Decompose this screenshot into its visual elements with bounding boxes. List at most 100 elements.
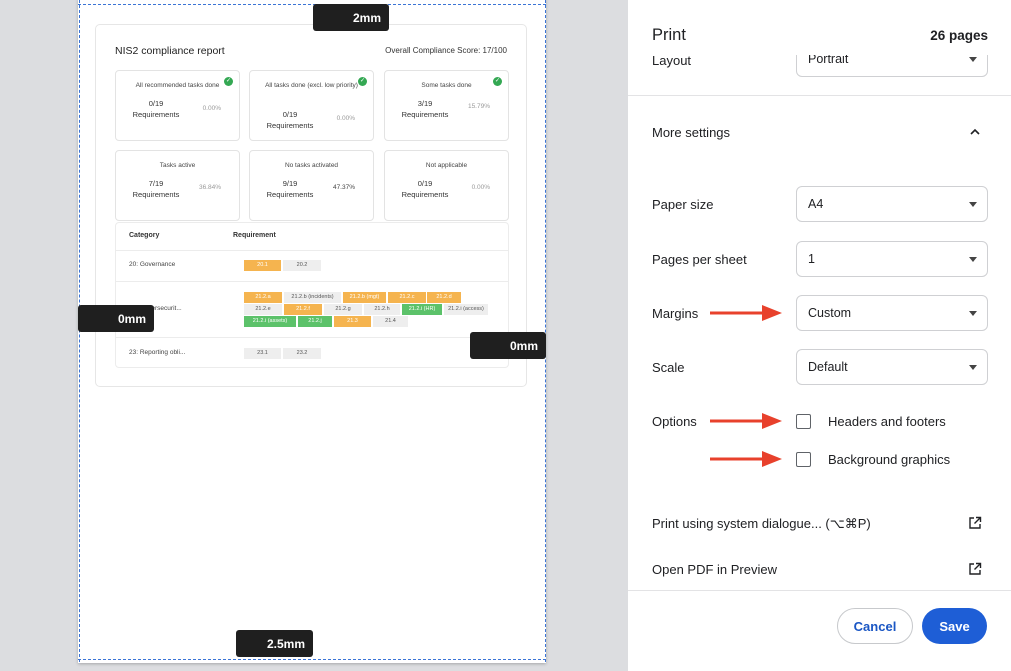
bottom-margin-input[interactable]: 2.5mm (236, 630, 313, 657)
table-divider (116, 281, 508, 282)
top-margin-input[interactable]: 2mm (313, 4, 389, 31)
caret-down-icon (969, 57, 977, 62)
requirement-tag: 21.2.i (assets) (244, 316, 296, 327)
options-label: Options (652, 414, 697, 429)
card-unit: Requirements (401, 190, 449, 199)
external-link-icon[interactable] (968, 516, 982, 530)
headers-footers-checkbox[interactable] (796, 414, 811, 429)
requirement-tag: 23.1 (244, 348, 281, 359)
caret-down-icon (969, 365, 977, 370)
right-margin-line[interactable] (545, 0, 546, 662)
card-title: All recommended tasks done (135, 82, 220, 89)
requirement-tag: 21.2.d (427, 292, 461, 303)
arrow-icon (710, 305, 782, 321)
external-link-icon[interactable] (968, 562, 982, 576)
table-row-category: 23: Reporting obli... (129, 349, 186, 356)
check-icon: ✓ (358, 77, 367, 86)
footer-divider (628, 590, 1011, 591)
card-percent: 0.00% (471, 184, 490, 191)
save-button[interactable]: Save (922, 608, 987, 644)
card-value: 0/19 (148, 99, 164, 108)
summary-card: Tasks active 7/19 Requirements 36.84% (115, 150, 240, 221)
requirement-tag: 20.2 (283, 260, 321, 271)
card-unit: Requirements (266, 190, 314, 199)
layout-value: Portrait (808, 55, 849, 66)
settings-scroll-area[interactable]: Layout Portrait More settings Paper size… (628, 55, 1011, 591)
card-title: All tasks done (excl. low priority) (265, 82, 358, 89)
card-unit: Requirements (401, 110, 449, 119)
background-graphics-checkbox[interactable] (796, 452, 811, 467)
requirement-tag: 20.1 (244, 260, 281, 271)
paper-size-select[interactable]: A4 (796, 186, 988, 222)
pages-per-sheet-select[interactable]: 1 (796, 241, 988, 277)
card-value: 9/19 (282, 179, 298, 188)
requirement-tag: 21.2.b (mgt) (343, 292, 386, 303)
panel-title: Print (652, 26, 686, 44)
background-graphics-label[interactable]: Background graphics (828, 452, 950, 467)
open-pdf-link[interactable]: Open PDF in Preview (652, 562, 777, 577)
headers-footers-label[interactable]: Headers and footers (828, 414, 946, 429)
arrow-icon (710, 413, 782, 429)
card-percent: 15.79% (467, 103, 490, 110)
summary-card: Some tasks done ✓ 3/19 Requirements 15.7… (384, 70, 509, 141)
margins-select[interactable]: Custom (796, 295, 988, 331)
card-percent: 0.00% (336, 115, 355, 122)
caret-down-icon (969, 202, 977, 207)
summary-card: All tasks done (excl. low priority) ✓ 0/… (249, 70, 374, 141)
card-title: Some tasks done (421, 82, 472, 89)
requirement-tag: 21.3 (334, 316, 371, 327)
column-header-category: Category (129, 232, 160, 239)
check-icon: ✓ (224, 77, 233, 86)
bottom-margin-line[interactable] (78, 659, 546, 660)
requirement-tag: 21.4 (373, 316, 408, 327)
layout-label: Layout (652, 55, 692, 68)
table-row-category: 20: Governance (129, 261, 176, 268)
card-percent: 36.84% (198, 184, 221, 191)
right-margin-input[interactable]: 0mm (470, 332, 546, 359)
summary-card: All recommended tasks done ✓ 0/19 Requir… (115, 70, 240, 141)
left-margin-input[interactable]: 0mm (78, 305, 154, 332)
requirement-tag: 21.2.c (388, 292, 426, 303)
requirement-tag: 21.2.a (244, 292, 282, 303)
card-title: No tasks activated (284, 162, 339, 169)
requirement-tag: 21.2.f (284, 304, 322, 315)
requirement-tag: 21.2.g (324, 304, 362, 315)
paper-size-value: A4 (808, 197, 824, 211)
more-settings-toggle[interactable]: More settings (652, 125, 730, 140)
scale-select[interactable]: Default (796, 349, 988, 385)
summary-card: No tasks activated 9/19 Requirements 47.… (249, 150, 374, 221)
arrow-icon (710, 451, 782, 467)
card-percent: 0.00% (202, 105, 221, 112)
requirement-tag: 21.2.i (access) (444, 304, 488, 315)
section-divider (628, 95, 1011, 96)
check-icon: ✓ (493, 77, 502, 86)
card-percent: 47.37% (332, 184, 355, 191)
summary-card: Not applicable 0/19 Requirements 0.00% (384, 150, 509, 221)
chevron-up-icon[interactable] (969, 126, 981, 138)
card-unit: Requirements (266, 121, 314, 130)
requirement-tag: 21.2.b (incidents) (284, 292, 341, 303)
overall-score: Overall Compliance Score: 17/100 (385, 46, 507, 55)
card-unit: Requirements (132, 190, 180, 199)
column-header-requirement: Requirement (233, 232, 276, 239)
scale-value: Default (808, 360, 848, 374)
margins-label: Margins (652, 306, 699, 321)
card-unit: Requirements (132, 110, 180, 119)
card-title: Not applicable (425, 162, 468, 169)
report-title: NIS2 compliance report (115, 45, 225, 57)
layout-select[interactable]: Portrait (796, 55, 988, 77)
requirement-tag: 21.2.j (298, 316, 332, 327)
table-divider (116, 337, 508, 338)
top-margin-line[interactable] (78, 4, 546, 5)
print-preview-area: NIS2 compliance report Overall Complianc… (0, 0, 628, 671)
cancel-button[interactable]: Cancel (837, 608, 913, 644)
caret-down-icon (969, 257, 977, 262)
requirement-tag: 21.2.i (HR) (402, 304, 442, 315)
card-value: 7/19 (148, 179, 164, 188)
requirements-table: Category Requirement 20: Governance 20.1… (115, 222, 509, 368)
scale-label: Scale (652, 360, 685, 375)
system-dialog-link[interactable]: Print using system dialogue... (⌥⌘P) (652, 516, 871, 532)
requirement-tag: 21.2.h (364, 304, 400, 315)
paper-size-label: Paper size (652, 197, 714, 212)
requirement-tag: 21.2.e (244, 304, 282, 315)
